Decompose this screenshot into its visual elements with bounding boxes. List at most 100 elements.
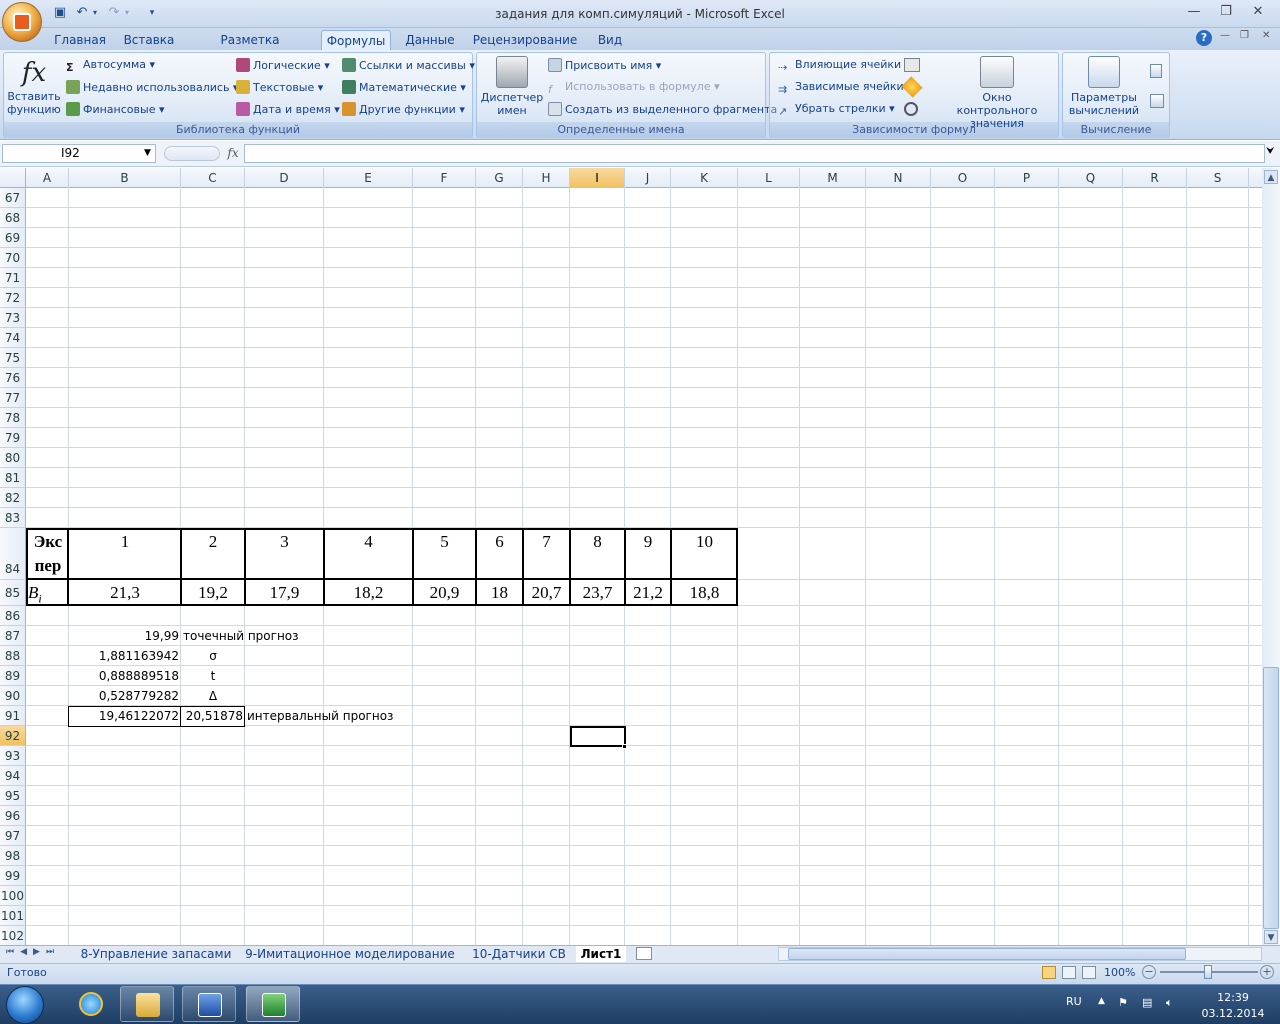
experiment-value[interactable]: 23,7 bbox=[570, 581, 625, 605]
formula-input[interactable] bbox=[244, 144, 1265, 163]
scroll-split-icon[interactable]: ▲ bbox=[1264, 170, 1278, 184]
create-from-selection-button[interactable]: Создать из выделенного фрагмента bbox=[548, 102, 777, 117]
calc-now-icon[interactable] bbox=[1150, 64, 1162, 78]
name-box[interactable]: I92 bbox=[2, 144, 156, 163]
ribbon-minimize-icon[interactable]: — bbox=[1220, 30, 1230, 41]
row-header-100[interactable]: 100 bbox=[0, 886, 26, 906]
name-box-dropdown-icon[interactable]: ▼ bbox=[144, 148, 151, 158]
tab-insert[interactable]: Вставка bbox=[118, 30, 180, 50]
row-header-69[interactable]: 69 bbox=[0, 228, 26, 248]
column-header-n[interactable]: N bbox=[866, 168, 931, 188]
fx-button[interactable]: fx bbox=[224, 145, 242, 162]
zoom-out-icon[interactable]: − bbox=[1142, 965, 1156, 979]
row-header-99[interactable]: 99 bbox=[0, 866, 26, 886]
network-icon[interactable]: ▤ bbox=[1142, 996, 1152, 1009]
column-header-d[interactable]: D bbox=[245, 168, 324, 188]
remove-arrows-button[interactable]: ↗ Убрать стрелки ▾ bbox=[778, 102, 895, 119]
cell-c91[interactable]: 20,51878 bbox=[181, 707, 243, 726]
trace-precedents-button[interactable]: ⇢ Влияющие ячейки bbox=[778, 58, 901, 75]
column-header-q[interactable]: Q bbox=[1059, 168, 1123, 188]
office-button[interactable] bbox=[2, 2, 42, 42]
tab-view[interactable]: Вид bbox=[590, 30, 630, 50]
page-layout-view-icon[interactable] bbox=[1062, 966, 1076, 979]
cell-b89[interactable]: 0,888889518 bbox=[69, 667, 179, 686]
row-header-85[interactable]: 85 bbox=[0, 580, 26, 606]
language-indicator[interactable]: RU bbox=[1066, 995, 1082, 1008]
zoom-slider-thumb[interactable] bbox=[1204, 965, 1212, 979]
define-name-button[interactable]: Присвоить имя ▾ bbox=[548, 58, 661, 73]
tab-data[interactable]: Данные bbox=[400, 30, 460, 50]
restore-icon[interactable]: ❐ bbox=[1212, 2, 1240, 22]
row-header-95[interactable]: 95 bbox=[0, 786, 26, 806]
row-header-91[interactable]: 91 bbox=[0, 706, 26, 726]
cell-b87[interactable]: 19,99 bbox=[69, 627, 179, 646]
experiment-value[interactable]: 20,7 bbox=[523, 581, 570, 605]
row-header-80[interactable]: 80 bbox=[0, 448, 26, 468]
tab-home[interactable]: Главная bbox=[48, 30, 112, 50]
experiment-value[interactable]: 21,2 bbox=[625, 581, 671, 605]
evaluate-formula-icon[interactable] bbox=[904, 102, 918, 116]
financial-button[interactable]: Финансовые ▾ bbox=[66, 102, 165, 117]
row-header-88[interactable]: 88 bbox=[0, 646, 26, 666]
formula-splitter[interactable] bbox=[164, 146, 220, 161]
tab-review[interactable]: Рецензирование bbox=[470, 30, 580, 50]
logical-button[interactable]: Логические ▾ bbox=[236, 58, 330, 73]
experiment-value[interactable]: 18 bbox=[476, 581, 523, 605]
row-header-101[interactable]: 101 bbox=[0, 906, 26, 926]
fill-handle[interactable] bbox=[622, 744, 627, 749]
new-sheet-icon[interactable] bbox=[636, 947, 652, 960]
taskbar-excel[interactable] bbox=[246, 986, 300, 1022]
taskbar-word[interactable] bbox=[182, 986, 236, 1022]
experiment-number[interactable]: 10 bbox=[671, 530, 738, 554]
select-all-corner[interactable] bbox=[0, 168, 26, 188]
column-header-h[interactable]: H bbox=[523, 168, 570, 188]
row-header-94[interactable]: 94 bbox=[0, 766, 26, 786]
column-header-a[interactable]: A bbox=[26, 168, 69, 188]
tab-page-layout[interactable]: Разметка страницы bbox=[190, 30, 310, 67]
row-header-70[interactable]: 70 bbox=[0, 248, 26, 268]
experiment-value[interactable]: 18,8 bbox=[671, 581, 738, 605]
row-header-76[interactable]: 76 bbox=[0, 368, 26, 388]
experiment-number[interactable]: 8 bbox=[570, 530, 625, 554]
taskbar-explorer[interactable] bbox=[120, 986, 174, 1022]
experiment-number[interactable]: 7 bbox=[523, 530, 570, 554]
tab-formulas[interactable]: Формулы bbox=[321, 30, 391, 52]
help-icon[interactable]: ? bbox=[1196, 30, 1212, 46]
row-header-77[interactable]: 77 bbox=[0, 388, 26, 408]
cell-b88[interactable]: 1,881163942 bbox=[69, 647, 179, 666]
worksheet-grid[interactable]: ABCDEFGHIJKLMNOPQRS 67 68 69 70 71 72 73 74 75 76… bbox=[0, 168, 1262, 945]
recent-functions-button[interactable]: Недавно использовались ▾ bbox=[66, 80, 238, 95]
page-break-view-icon[interactable] bbox=[1082, 966, 1096, 979]
horizontal-scroll-thumb[interactable] bbox=[788, 948, 1186, 960]
experiment-number[interactable]: 3 bbox=[245, 530, 324, 554]
cell-c87[interactable]: точечный прогноз bbox=[183, 627, 299, 646]
normal-view-icon[interactable] bbox=[1042, 966, 1056, 979]
name-manager-button[interactable]: Диспетчер имен bbox=[480, 56, 544, 117]
cell-c90[interactable]: Δ bbox=[181, 687, 245, 706]
row-header-82[interactable]: 82 bbox=[0, 488, 26, 508]
datetime-button[interactable]: Дата и время ▾ bbox=[236, 102, 340, 117]
column-header-k[interactable]: K bbox=[671, 168, 738, 188]
trace-dependents-button[interactable]: ⇉ Зависимые ячейки bbox=[778, 80, 904, 97]
sheet-tab-list1[interactable]: Лист1 bbox=[576, 946, 626, 962]
column-header-l[interactable]: L bbox=[738, 168, 800, 188]
row-header-97[interactable]: 97 bbox=[0, 826, 26, 846]
row-header-98[interactable]: 98 bbox=[0, 846, 26, 866]
sheet-tab-9[interactable]: 9-Имитационное моделирование bbox=[242, 946, 458, 962]
row-header-92[interactable]: 92 bbox=[0, 726, 26, 746]
math-button[interactable]: Математические ▾ bbox=[342, 80, 466, 95]
minimize-icon[interactable]: — bbox=[1180, 2, 1208, 22]
row-header-86[interactable]: 86 bbox=[0, 606, 26, 626]
cell-b90[interactable]: 0,528779282 bbox=[69, 687, 179, 706]
column-header-c[interactable]: C bbox=[181, 168, 245, 188]
experiment-value[interactable]: 21,3 bbox=[69, 581, 181, 605]
column-header-p[interactable]: P bbox=[995, 168, 1059, 188]
experiment-value[interactable]: 18,2 bbox=[324, 581, 413, 605]
experiment-value[interactable]: 20,9 bbox=[413, 581, 476, 605]
sheet-nav-arrows-icon[interactable]: ⏮◀▶⏭ bbox=[6, 947, 60, 957]
row-header-93[interactable]: 93 bbox=[0, 746, 26, 766]
column-header-b[interactable]: B bbox=[69, 168, 181, 188]
row-header-90[interactable]: 90 bbox=[0, 686, 26, 706]
experiment-number[interactable]: 6 bbox=[476, 530, 523, 554]
column-header-e[interactable]: E bbox=[324, 168, 413, 188]
